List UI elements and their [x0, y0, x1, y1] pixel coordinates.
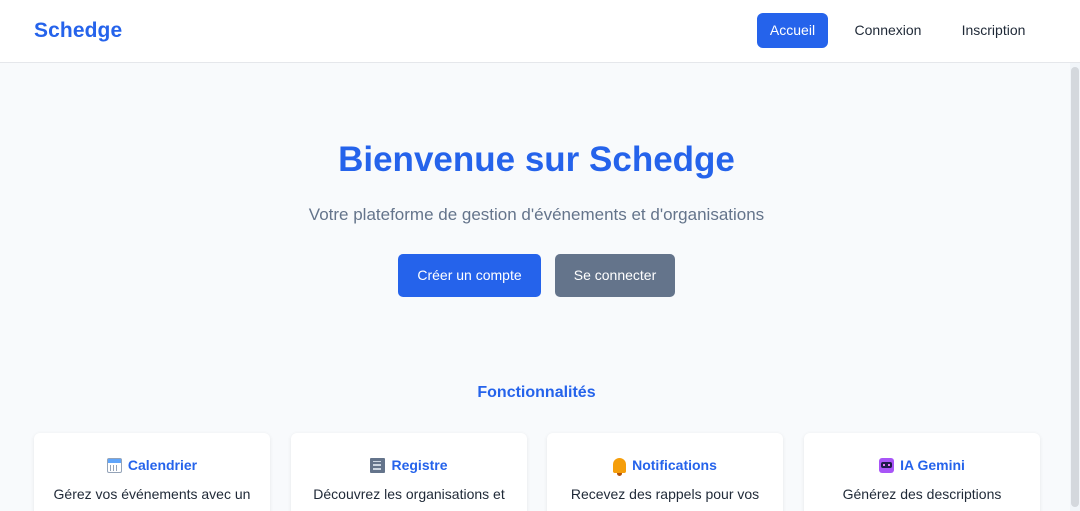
page-scrollbar[interactable]: [1070, 63, 1080, 511]
nav-link-accueil[interactable]: Accueil: [757, 13, 828, 48]
feature-desc-ia-gemini: Générez des descriptions: [842, 486, 1002, 502]
feature-card-ia-gemini: IA Gemini Générez des descriptions: [804, 433, 1040, 511]
calendar-icon: [106, 457, 122, 473]
feature-card-title: Registre: [291, 457, 527, 473]
feature-card-title: Calendrier: [34, 457, 270, 473]
brand-logo[interactable]: Schedge: [34, 19, 122, 43]
feature-card-registre: Registre Découvrez les organisations et: [291, 433, 527, 511]
features-title: Fonctionnalités: [477, 384, 596, 401]
feature-card-notifications: Notifications Recevez des rappels pour v…: [547, 433, 783, 511]
feature-card-calendrier: Calendrier Gérez vos événements avec un: [34, 433, 270, 511]
bell-icon: [613, 457, 627, 476]
nav-link-inscription[interactable]: Inscription: [951, 13, 1036, 48]
robot-icon: [879, 457, 895, 473]
feature-title-registre: Registre: [391, 457, 448, 473]
nav-link-connexion[interactable]: Connexion: [843, 13, 933, 48]
create-account-button[interactable]: Créer un compte: [398, 254, 541, 297]
feature-card-title: IA Gemini: [804, 457, 1040, 473]
feature-desc-registre: Découvrez les organisations et: [313, 486, 505, 502]
feature-desc-notifications: Recevez des rappels pour vos: [570, 486, 760, 502]
login-button[interactable]: Se connecter: [555, 254, 675, 297]
building-icon: [370, 457, 386, 473]
hero-title: Bienvenue sur Schedge: [338, 140, 735, 179]
navbar: Schedge Accueil Connexion Inscription: [0, 0, 1080, 63]
feature-title-calendrier: Calendrier: [127, 457, 198, 473]
feature-card-title: Notifications: [547, 457, 783, 476]
feature-desc-calendrier: Gérez vos événements avec un: [53, 486, 251, 502]
hero-subtitle: Votre plateforme de gestion d'événements…: [308, 205, 765, 224]
feature-title-notifications: Notifications: [632, 457, 717, 473]
scrollbar-thumb[interactable]: [1071, 67, 1079, 507]
feature-title-ia-gemini: IA Gemini: [900, 457, 965, 473]
